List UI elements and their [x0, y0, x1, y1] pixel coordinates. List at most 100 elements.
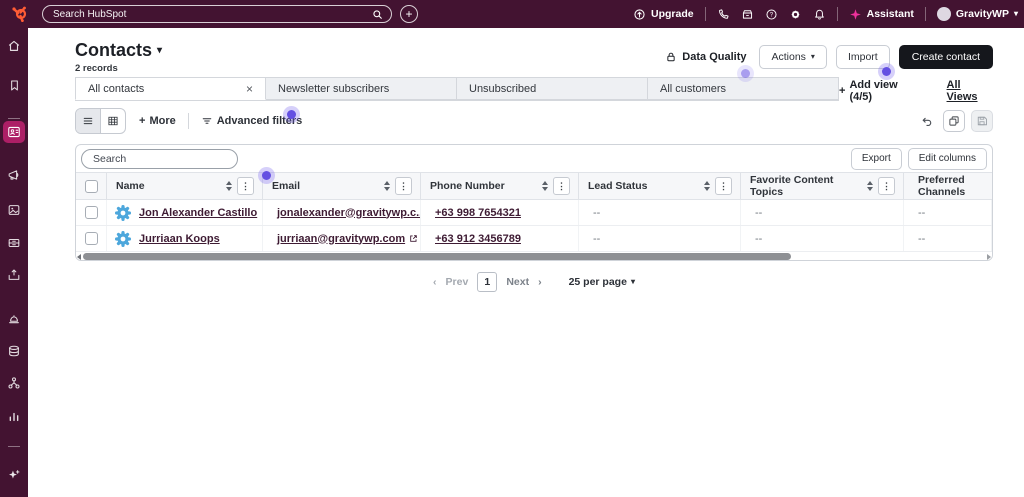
global-search[interactable]: [42, 5, 392, 23]
record-count: 2 records: [75, 63, 118, 74]
tab-all-contacts[interactable]: All contacts ×: [75, 77, 266, 100]
column-header-preferred-channels[interactable]: Preferred Channels: [904, 173, 992, 199]
current-page-button[interactable]: 1: [477, 272, 498, 292]
sidebar-item-data-management[interactable]: [0, 344, 28, 358]
upgrade-button[interactable]: Upgrade: [633, 8, 694, 21]
horizontal-scrollbar[interactable]: [76, 252, 992, 260]
coachmark-dot[interactable]: [878, 63, 895, 80]
contact-name-link[interactable]: Jon Alexander Castillo: [139, 207, 257, 219]
sort-icon[interactable]: [867, 181, 873, 191]
create-contact-button[interactable]: Create contact: [898, 45, 993, 69]
sidebar-item-library[interactable]: [0, 268, 28, 282]
row-checkbox[interactable]: [84, 206, 98, 219]
coachmark-dot[interactable]: [258, 167, 275, 184]
column-header-phone-number[interactable]: Phone Number ⋮: [421, 173, 579, 199]
copy-icon: [949, 116, 959, 126]
scrollbar-thumb[interactable]: [83, 253, 791, 260]
chevron-left-icon[interactable]: ‹: [433, 276, 437, 288]
calling-icon[interactable]: [717, 8, 730, 21]
contact-phone-link[interactable]: +63 912 3456789: [435, 233, 521, 245]
sort-icon[interactable]: [704, 181, 710, 191]
column-menu-button[interactable]: ⋮: [715, 177, 732, 195]
column-header-favorite-content-topics[interactable]: Favorite Content Topics ⋮: [741, 173, 904, 199]
save-view-button[interactable]: [971, 110, 993, 132]
chevron-right-icon[interactable]: ›: [538, 276, 542, 288]
list-view-toggle[interactable]: [76, 109, 100, 133]
filter-lines-icon: [202, 118, 211, 124]
per-page-selector[interactable]: 25 per page ▾: [569, 276, 635, 288]
sort-icon[interactable]: [226, 181, 232, 191]
tab-label: Newsletter subscribers: [278, 82, 390, 95]
tab-unsubscribed[interactable]: Unsubscribed: [457, 77, 648, 100]
column-menu-button[interactable]: ⋮: [878, 177, 895, 195]
next-button[interactable]: Next: [506, 276, 529, 288]
column-label: Email: [272, 180, 301, 192]
external-link-icon[interactable]: [409, 234, 418, 243]
chevron-down-icon: ▾: [157, 44, 163, 56]
page-title[interactable]: Contacts ▾: [75, 40, 162, 61]
hubspot-logo-icon[interactable]: [10, 5, 28, 23]
sidebar-item-reporting[interactable]: [0, 409, 28, 423]
global-search-input[interactable]: [51, 7, 372, 21]
view-tabs: All contacts × Newsletter subscribers Un…: [75, 77, 839, 101]
contact-email-link[interactable]: jurriaan@gravitywp.com: [277, 233, 405, 245]
account-menu[interactable]: GravityWP ▾: [936, 7, 1018, 21]
add-view-button[interactable]: + Add view (4/5): [839, 79, 921, 103]
column-header-name[interactable]: Name ⋮: [107, 173, 263, 199]
column-header-email[interactable]: Email ⋮: [263, 173, 421, 199]
contact-phone-link[interactable]: +63 998 7654321: [435, 207, 521, 219]
search-icon: [373, 9, 382, 19]
more-filters-button[interactable]: + More: [139, 115, 176, 127]
sort-icon[interactable]: [542, 181, 548, 191]
sidebar-item-ai-tools[interactable]: [0, 468, 28, 482]
data-quality-link[interactable]: Data Quality: [665, 51, 746, 63]
sidebar-item-commerce[interactable]: [0, 236, 28, 250]
prev-button[interactable]: Prev: [446, 276, 469, 288]
contact-email-link[interactable]: jonalexander@gravitywp.c...: [277, 207, 420, 219]
more-label: More: [149, 115, 176, 127]
notifications-bell-icon[interactable]: [813, 8, 826, 21]
sidebar-item-crm-contacts-active[interactable]: [3, 121, 25, 143]
favorite-topics-cell: --: [741, 226, 904, 251]
close-icon[interactable]: ×: [246, 82, 253, 96]
actions-button[interactable]: Actions ▾: [759, 45, 827, 69]
table-search[interactable]: [81, 148, 238, 169]
column-menu-button[interactable]: ⋮: [237, 177, 254, 195]
column-header-lead-status[interactable]: Lead Status ⋮: [579, 173, 741, 199]
coachmark-dot[interactable]: [737, 65, 754, 82]
table-search-input[interactable]: [91, 151, 230, 166]
sidebar-item-marketing[interactable]: [0, 168, 28, 182]
contact-name-link[interactable]: Jurriaan Koops: [139, 233, 220, 245]
actions-label: Actions: [771, 51, 806, 63]
edit-columns-button[interactable]: Edit columns: [907, 147, 987, 170]
sidebar-item-content[interactable]: [0, 203, 28, 217]
column-menu-button[interactable]: ⋮: [553, 177, 570, 195]
sidebar-divider: [8, 446, 20, 447]
settings-gear-icon[interactable]: [789, 8, 802, 21]
assistant-button[interactable]: Assistant: [849, 8, 914, 21]
tab-newsletter-subscribers[interactable]: Newsletter subscribers: [266, 77, 457, 100]
marketplace-icon[interactable]: [741, 8, 754, 21]
sidebar-item-service[interactable]: [0, 312, 28, 326]
export-button[interactable]: Export: [850, 147, 902, 170]
coachmark-dot[interactable]: [283, 106, 300, 123]
clone-view-button[interactable]: [943, 110, 965, 132]
sidebar-item-automations[interactable]: [0, 376, 28, 390]
sort-icon[interactable]: [384, 181, 390, 191]
page-title-label: Contacts: [75, 40, 153, 60]
row-checkbox[interactable]: [84, 232, 98, 245]
column-menu-button[interactable]: ⋮: [395, 177, 412, 195]
global-create-button[interactable]: +: [400, 5, 418, 23]
sidebar-divider: [8, 118, 20, 119]
all-views-link[interactable]: All Views: [947, 79, 993, 103]
sidebar-item-home[interactable]: [0, 39, 28, 53]
help-icon[interactable]: ?: [765, 8, 778, 21]
preferred-channels-cell: --: [904, 226, 992, 251]
undo-button[interactable]: [915, 110, 937, 132]
board-view-toggle[interactable]: [100, 109, 125, 133]
select-all-checkbox[interactable]: [84, 179, 98, 193]
sidebar-item-bookmarks[interactable]: [0, 79, 28, 92]
megaphone-icon: [8, 170, 19, 180]
scroll-right-arrow-icon[interactable]: [987, 254, 991, 260]
scroll-left-arrow-icon[interactable]: [77, 254, 81, 260]
